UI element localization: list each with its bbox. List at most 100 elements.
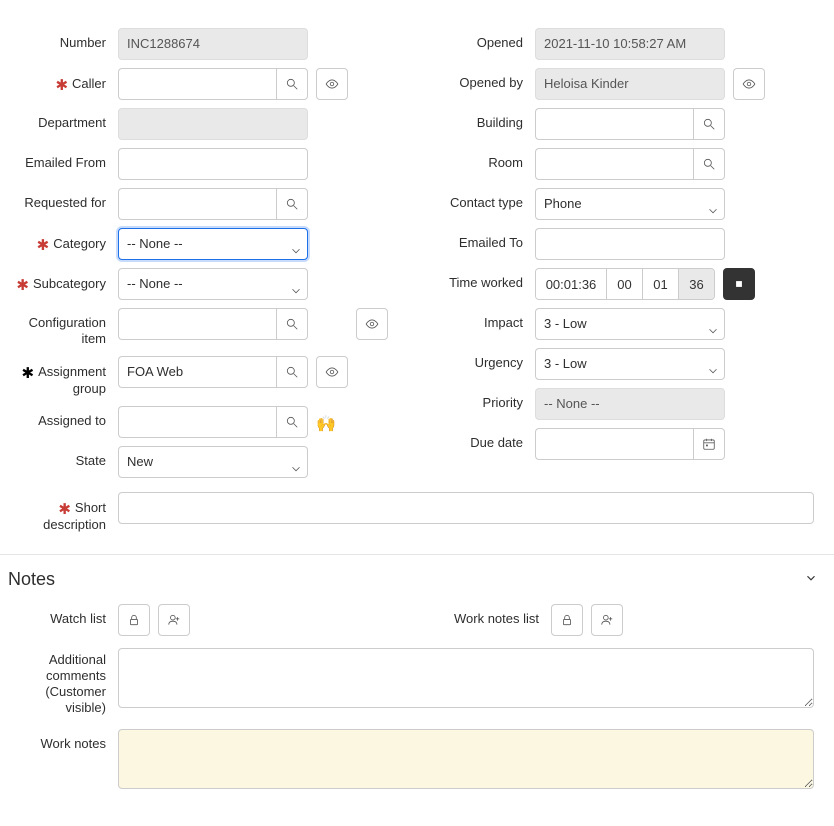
assignment-group-lookup-button[interactable]	[276, 356, 308, 388]
impact-select[interactable]: 3 - Low	[535, 308, 725, 340]
subcategory-select[interactable]: -- None --	[118, 268, 308, 300]
additional-comments-input[interactable]	[118, 648, 814, 708]
eye-icon	[325, 77, 339, 91]
assigned-to-lookup-button[interactable]	[276, 406, 308, 438]
eye-icon	[365, 317, 379, 331]
building-input[interactable]	[535, 108, 693, 140]
config-item-input[interactable]	[118, 308, 276, 340]
short-description-input[interactable]	[118, 492, 814, 524]
eye-icon	[325, 365, 339, 379]
label-time-worked: Time worked	[425, 268, 535, 291]
label-building: Building	[425, 108, 535, 131]
add-user-icon	[167, 613, 181, 627]
label-impact: Impact	[425, 308, 535, 331]
work-notes-list-lock-button[interactable]	[551, 604, 583, 636]
time-worked-seconds: 36	[678, 269, 714, 299]
label-assigned-to: Assigned to	[8, 406, 118, 429]
contact-type-select[interactable]: Phone	[535, 188, 725, 220]
notes-section-header[interactable]: Notes	[8, 555, 818, 604]
chevron-down-icon	[289, 279, 299, 289]
label-requested-for: Requested for	[8, 188, 118, 211]
label-due-date: Due date	[425, 428, 535, 451]
label-number: Number	[8, 28, 118, 51]
label-config-item: Configuration item	[8, 308, 118, 348]
incident-form: Number INC1288674 ✱Caller	[0, 0, 834, 819]
urgency-select[interactable]: 3 - Low	[535, 348, 725, 380]
building-combo	[535, 108, 725, 140]
calendar-icon	[702, 437, 716, 451]
label-watch-list: Watch list	[8, 604, 118, 627]
search-icon	[702, 157, 716, 171]
priority-field: -- None --	[535, 388, 725, 420]
label-opened: Opened	[425, 28, 535, 51]
watch-list-lock-button[interactable]	[118, 604, 150, 636]
label-state: State	[8, 446, 118, 469]
stop-icon	[732, 277, 746, 291]
label-emailed-from: Emailed From	[8, 148, 118, 171]
room-combo	[535, 148, 725, 180]
building-lookup-button[interactable]	[693, 108, 725, 140]
eye-icon	[742, 77, 756, 91]
opened-field: 2021-11-10 10:58:27 AM	[535, 28, 725, 60]
work-notes-list-add-me-button[interactable]	[591, 604, 623, 636]
config-item-preview-button[interactable]	[356, 308, 388, 340]
chevron-down-icon	[706, 199, 716, 209]
number-field: INC1288674	[118, 28, 308, 60]
time-worked-hours[interactable]: 00	[606, 269, 642, 299]
label-subcategory: ✱Subcategory	[8, 268, 118, 294]
label-contact-type: Contact type	[425, 188, 535, 211]
state-select[interactable]: New	[118, 446, 308, 478]
watch-list-add-me-button[interactable]	[158, 604, 190, 636]
due-date-combo	[535, 428, 725, 460]
emailed-from-input[interactable]	[118, 148, 308, 180]
label-assignment-group: ✱Assignment group	[8, 356, 118, 398]
opened-by-preview-button[interactable]	[733, 68, 765, 100]
search-icon	[285, 77, 299, 91]
lock-icon	[560, 613, 574, 627]
assigned-to-suggest-icon[interactable]: 🙌	[316, 410, 336, 434]
label-emailed-to: Emailed To	[425, 228, 535, 251]
requested-for-combo	[118, 188, 308, 220]
config-item-combo	[118, 308, 308, 340]
search-icon	[285, 317, 299, 331]
room-input[interactable]	[535, 148, 693, 180]
label-urgency: Urgency	[425, 348, 535, 371]
label-priority: Priority	[425, 388, 535, 411]
caller-combo	[118, 68, 308, 100]
due-date-picker-button[interactable]	[693, 428, 725, 460]
emailed-to-input[interactable]	[535, 228, 725, 260]
assignment-group-preview-button[interactable]	[316, 356, 348, 388]
requested-for-lookup-button[interactable]	[276, 188, 308, 220]
right-column: Opened 2021-11-10 10:58:27 AM Opened by …	[425, 28, 818, 486]
due-date-input[interactable]	[535, 428, 693, 460]
chevron-down-icon	[289, 239, 299, 249]
lock-icon	[127, 613, 141, 627]
room-lookup-button[interactable]	[693, 148, 725, 180]
assigned-to-input[interactable]	[118, 406, 276, 438]
label-additional-comments: Additional comments (Customer visible)	[8, 648, 118, 717]
config-item-lookup-button[interactable]	[276, 308, 308, 340]
assignment-group-input[interactable]: FOA Web	[118, 356, 276, 388]
caller-preview-button[interactable]	[316, 68, 348, 100]
label-work-notes: Work notes	[8, 729, 118, 752]
label-department: Department	[8, 108, 118, 131]
label-short-description: ✱Short description	[8, 492, 118, 534]
time-worked-minutes[interactable]: 01	[642, 269, 678, 299]
assignment-group-combo: FOA Web	[118, 356, 308, 388]
category-select[interactable]: -- None --	[118, 228, 308, 260]
chevron-down-icon	[706, 319, 716, 329]
add-user-icon	[600, 613, 614, 627]
assigned-to-combo	[118, 406, 308, 438]
work-notes-input[interactable]	[118, 729, 814, 789]
search-icon	[285, 197, 299, 211]
time-worked-total[interactable]: 00:01:36	[536, 269, 606, 299]
chevron-down-icon	[804, 571, 818, 588]
time-worked-stop-button[interactable]	[723, 268, 755, 300]
label-opened-by: Opened by	[425, 68, 535, 91]
left-column: Number INC1288674 ✱Caller	[8, 28, 401, 486]
caller-lookup-button[interactable]	[276, 68, 308, 100]
caller-input[interactable]	[118, 68, 276, 100]
label-caller: ✱Caller	[8, 68, 118, 94]
search-icon	[285, 415, 299, 429]
requested-for-input[interactable]	[118, 188, 276, 220]
